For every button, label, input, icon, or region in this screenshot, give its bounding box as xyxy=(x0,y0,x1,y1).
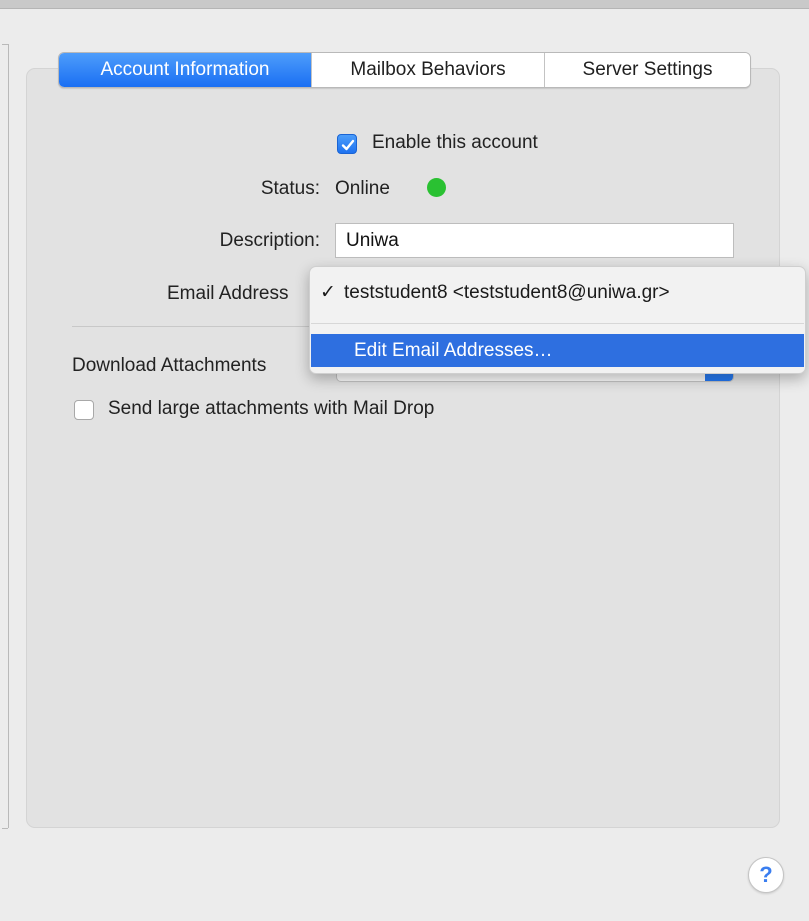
sidebar-divider[interactable] xyxy=(8,44,9,828)
menu-item-email-address[interactable]: ✓ teststudent8 <teststudent8@uniwa.gr> xyxy=(320,281,670,304)
tab-account-information[interactable]: Account Information xyxy=(59,53,311,87)
checkmark-icon: ✓ xyxy=(320,282,336,303)
menu-item-edit-email-addresses[interactable]: Edit Email Addresses… xyxy=(311,334,804,367)
download-attachments-label: Download Attachments xyxy=(72,355,267,376)
status-online-indicator xyxy=(427,178,446,197)
window-top-border xyxy=(0,0,809,8)
divider-tick-top xyxy=(2,44,8,45)
mail-drop-checkbox[interactable] xyxy=(74,400,94,420)
email-address-label: Email Address xyxy=(167,283,289,304)
checkmark-icon xyxy=(341,139,355,151)
status-label: Status: xyxy=(260,178,320,199)
enable-account-label: Enable this account xyxy=(372,132,538,153)
divider-tick-bottom xyxy=(2,828,8,829)
enable-account-checkbox[interactable] xyxy=(337,134,357,154)
account-panel xyxy=(26,68,780,828)
help-button[interactable]: ? xyxy=(748,857,784,893)
mail-drop-label: Send large attachments with Mail Drop xyxy=(108,398,435,419)
tab-mailbox-behaviors[interactable]: Mailbox Behaviors xyxy=(311,53,544,87)
email-address-popup-menu: ✓ teststudent8 <teststudent8@uniwa.gr> Ed… xyxy=(309,266,806,374)
menu-item-email-label: teststudent8 <teststudent8@uniwa.gr> xyxy=(344,282,670,303)
description-label: Description: xyxy=(219,230,320,251)
description-field[interactable]: Uniwa xyxy=(335,223,734,258)
menu-separator xyxy=(311,323,804,324)
tab-bar: Account Information Mailbox Behaviors Se… xyxy=(58,52,751,88)
tab-server-settings[interactable]: Server Settings xyxy=(544,53,750,87)
window-top-line xyxy=(0,8,809,9)
status-value: Online xyxy=(335,178,390,199)
